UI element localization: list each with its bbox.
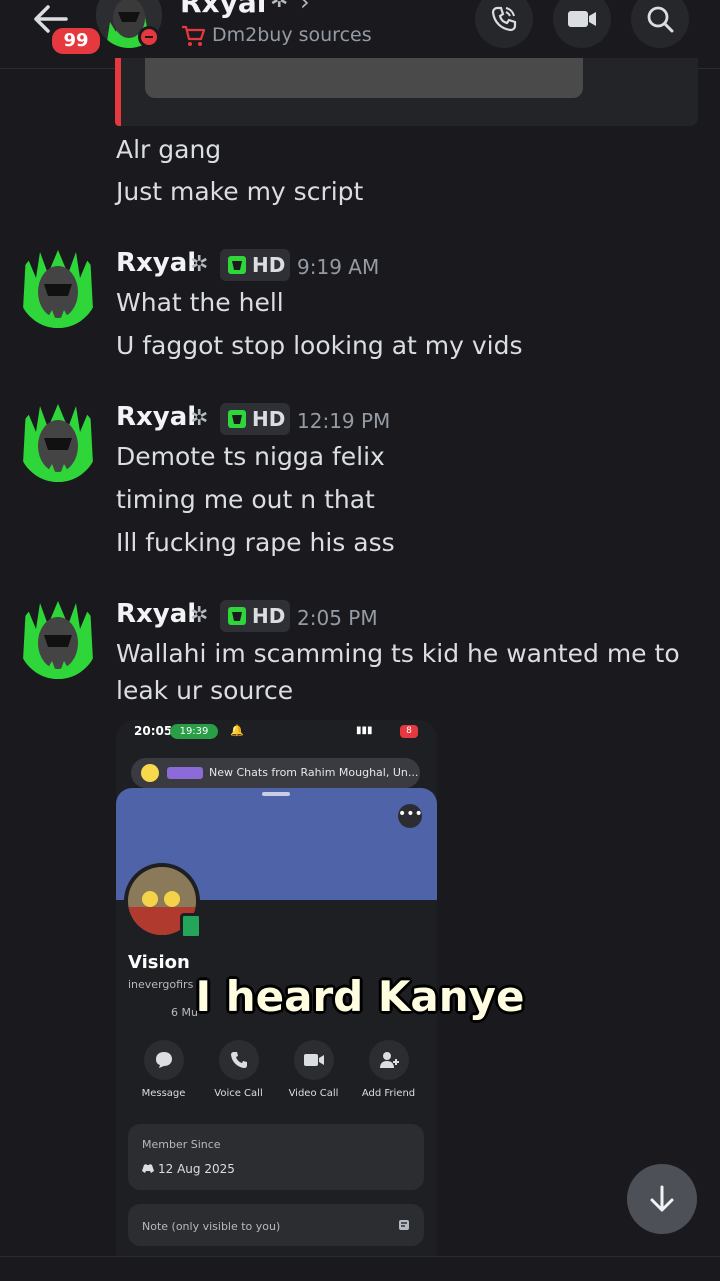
mobile-online-icon <box>180 913 202 939</box>
voice-call-action-label: Voice Call <box>214 1088 263 1099</box>
video-call-icon <box>303 1054 324 1066</box>
header-title[interactable]: Rxyal <box>180 0 266 19</box>
video-caption: I heard Kanye <box>195 972 525 1021</box>
member-since-date: 12 Aug 2025 <box>158 1162 235 1176</box>
message-author[interactable]: Rxyal <box>116 402 196 432</box>
video-call-button[interactable] <box>553 0 611 48</box>
message-text: Alr gang <box>116 135 222 164</box>
profile-name: Vision <box>128 952 190 973</box>
video-call-action-label: Video Call <box>288 1088 339 1099</box>
clan-tag-icon <box>228 410 246 428</box>
member-since-title: Member Since <box>142 1138 221 1151</box>
composer-bar <box>0 1256 720 1281</box>
clan-tag-icon <box>228 256 246 274</box>
attachment-call-pill: 19:39 <box>170 724 218 739</box>
note-icon <box>399 1220 409 1230</box>
message-text: leak ur source <box>116 676 294 705</box>
note-placeholder: Note (only visible to you) <box>142 1220 281 1233</box>
clan-tag-text: HD <box>252 253 286 277</box>
embed-accent-bar <box>115 58 121 126</box>
message-action: Message <box>126 1040 201 1099</box>
profile-actions: Message Voice Call Video Call Add Friend <box>116 1040 437 1110</box>
discord-logo-icon <box>142 1164 154 1173</box>
clan-tag-text: HD <box>252 407 286 431</box>
name-glyph: ✲ <box>270 0 289 13</box>
video-call-icon <box>568 11 596 27</box>
snapchat-icon: 🔔 <box>230 724 244 737</box>
message-timestamp: 2:05 PM <box>297 606 378 630</box>
message-text: Just make my script <box>116 177 364 206</box>
member-since-card: Member Since 12 Aug 2025 <box>128 1124 424 1190</box>
jump-to-bottom-button[interactable] <box>627 1164 697 1234</box>
chevron-right-icon[interactable]: › <box>300 0 310 16</box>
search-icon <box>647 6 674 33</box>
attachment-status-time: 20:05 <box>134 724 173 738</box>
cart-icon <box>182 25 206 46</box>
voice-call-button[interactable] <box>475 0 533 48</box>
embed-attachment[interactable] <box>115 58 698 126</box>
embed-image[interactable] <box>145 58 583 98</box>
attachment-notification-text: New Chats from Rahim Moughal, Un... <box>209 766 419 779</box>
clan-tag[interactable]: HD <box>220 600 290 632</box>
header-subtitle: Dm2buy sources <box>212 24 372 46</box>
attachment-status-bar: 20:05 19:39 🔔 ▮▮▮ 8 <box>116 720 437 744</box>
clan-tag-icon <box>228 607 246 625</box>
voice-call-icon <box>230 1052 247 1068</box>
message-text: Wallahi im scamming ts kid he wanted me … <box>116 639 680 668</box>
clan-tag-text: HD <box>252 604 286 628</box>
message-text: timing me out n that <box>116 485 375 514</box>
name-glyph: ✲ <box>190 406 209 431</box>
message-text: What the hell <box>116 288 284 317</box>
more-options-icon: ••• <box>398 804 423 828</box>
voice-call-action: Voice Call <box>201 1040 276 1099</box>
dnd-status-icon <box>138 26 160 48</box>
clan-tag[interactable]: HD <box>220 403 290 435</box>
author-avatar[interactable] <box>18 248 98 328</box>
snapchat-logo-icon <box>141 764 159 782</box>
note-card: Note (only visible to you) <box>128 1204 424 1246</box>
message-icon <box>155 1052 172 1068</box>
message-author[interactable]: Rxyal <box>116 248 196 278</box>
battery-icon: 8 <box>400 725 418 738</box>
message-timestamp: 9:19 AM <box>297 255 380 279</box>
message-action-label: Message <box>141 1088 186 1099</box>
emoji-tags-icon <box>167 767 203 779</box>
attachment-notification: New Chats from Rahim Moughal, Un... <box>131 758 420 788</box>
add-friend-icon <box>379 1052 399 1068</box>
drag-handle <box>262 792 290 796</box>
author-avatar[interactable] <box>18 402 98 482</box>
clan-tag[interactable]: HD <box>220 249 290 281</box>
voice-call-icon <box>491 6 517 32</box>
search-button[interactable] <box>631 0 689 48</box>
add-friend-action: Add Friend <box>351 1040 426 1099</box>
message-text: Ill fucking rape his ass <box>116 528 395 557</box>
unread-badge: 99 <box>50 26 102 56</box>
message-timestamp: 12:19 PM <box>297 409 391 433</box>
author-avatar[interactable] <box>18 599 98 679</box>
add-friend-action-label: Add Friend <box>361 1088 416 1099</box>
message-author[interactable]: Rxyal <box>116 599 196 629</box>
name-glyph: ✲ <box>190 252 209 277</box>
message-text: Demote ts nigga felix <box>116 442 385 471</box>
profile-avatar <box>124 863 202 939</box>
video-call-action: Video Call <box>276 1040 351 1099</box>
arrow-down-icon <box>650 1185 674 1212</box>
message-text: U faggot stop looking at my vids <box>116 331 523 360</box>
name-glyph: ✲ <box>190 603 209 628</box>
signal-icon: ▮▮▮ <box>356 725 373 736</box>
